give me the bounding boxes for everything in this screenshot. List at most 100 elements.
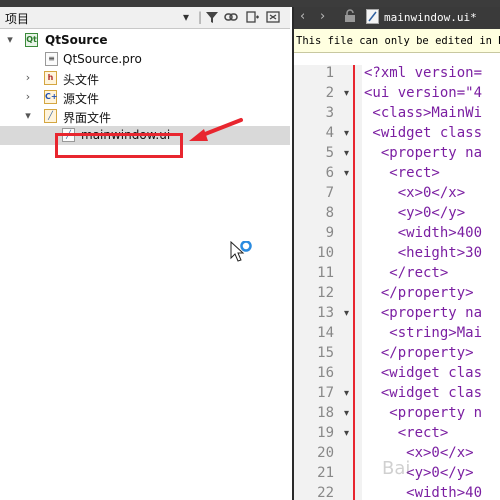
fold-icon[interactable]: ▾: [344, 388, 349, 399]
line-number: 18: [317, 405, 334, 421]
code-line[interactable]: 3 <class>MainWi: [294, 105, 500, 125]
line-number: 9: [325, 225, 334, 241]
code-text: <property na: [364, 305, 483, 321]
highlight-box: [55, 133, 183, 158]
line-number: 8: [325, 205, 334, 221]
code-line[interactable]: 10 <height>30: [294, 245, 500, 265]
code-text: <widget class: [364, 125, 483, 141]
tree-item-label: QtSource.pro: [63, 52, 142, 66]
code-line[interactable]: 14 <string>Mai: [294, 325, 500, 345]
code-text: <width>400: [364, 225, 483, 241]
code-line[interactable]: 8 <y>0</y>: [294, 205, 500, 225]
code-text: <height>30: [364, 245, 483, 261]
code-text: <width>40: [364, 485, 483, 500]
expand-arrow-icon[interactable]: ›: [22, 71, 34, 84]
fold-icon[interactable]: ▾: [344, 308, 349, 319]
code-line[interactable]: 2 ▾ <ui version="4: [294, 85, 500, 105]
lock-icon: [344, 9, 356, 27]
line-number: 22: [317, 485, 334, 500]
code-text: <y>0</y>: [364, 205, 466, 221]
expand-arrow-icon[interactable]: ›: [22, 90, 34, 103]
code-line[interactable]: 15 </property>: [294, 345, 500, 365]
code-line[interactable]: 7 <x>0</x>: [294, 185, 500, 205]
line-number: 7: [325, 185, 334, 201]
code-text: </property>: [364, 345, 474, 361]
tree-item-sources[interactable]: › C+ 源文件: [0, 88, 290, 107]
filter-icon[interactable]: [205, 10, 219, 28]
code-line[interactable]: 11 </rect>: [294, 265, 500, 285]
code-line[interactable]: 22 <width>40: [294, 485, 500, 500]
line-number: 4: [325, 125, 334, 141]
code-area[interactable]: 1 <?xml version= 2 ▾ <ui version="4 3 <class>…: [294, 65, 500, 500]
ui-file-icon: [366, 9, 379, 28]
fold-icon[interactable]: ▾: [344, 88, 349, 99]
fold-icon[interactable]: ▾: [344, 428, 349, 439]
code-line[interactable]: 13 ▾ <property na: [294, 305, 500, 325]
line-number: 14: [317, 325, 334, 341]
code-text: <rect>: [364, 425, 449, 441]
code-line[interactable]: 4 ▾ <widget class: [294, 125, 500, 145]
editor-tab-title[interactable]: mainwindow.ui*: [384, 11, 477, 24]
qt-project-icon: Qt: [25, 33, 38, 47]
code-line[interactable]: 9 <width>400: [294, 225, 500, 245]
fold-icon[interactable]: ▾: [344, 168, 349, 179]
line-number: 12: [317, 285, 334, 301]
tree-item-forms[interactable]: ▾ ╱ 界面文件: [0, 107, 290, 126]
info-bar-text: This file can only be edited in De: [296, 35, 500, 47]
tree-item-label: 头文件: [63, 73, 100, 87]
pro-file-icon: ≡: [45, 52, 58, 66]
code-text: <x>0</x>: [364, 445, 474, 461]
code-line[interactable]: 12 </property>: [294, 285, 500, 305]
code-line[interactable]: 16 <widget clas: [294, 365, 500, 385]
line-number: 13: [317, 305, 334, 321]
code-text: <string>Mai: [364, 325, 483, 341]
tree-item-project[interactable]: ▾ Qt QtSource: [0, 31, 290, 50]
tree-item-pro-file[interactable]: ≡ QtSource.pro: [0, 50, 290, 69]
fold-icon[interactable]: ▾: [344, 408, 349, 419]
tree-item-label: QtSource: [45, 33, 108, 47]
dropdown-icon[interactable]: ▾: [183, 10, 189, 25]
tree-item-label: 界面文件: [63, 111, 112, 125]
separator-icon: |: [198, 10, 203, 24]
code-text: <widget clas: [364, 385, 483, 401]
expand-arrow-icon[interactable]: ▾: [22, 109, 34, 122]
code-line[interactable]: 1 <?xml version=: [294, 65, 500, 85]
line-number: 16: [317, 365, 334, 381]
line-number: 10: [317, 245, 334, 261]
forms-folder-icon: ╱: [44, 109, 57, 123]
tree-item-label: 源文件: [63, 92, 100, 106]
panel-title: 项目: [5, 12, 30, 26]
code-text: <property na: [364, 145, 483, 161]
fold-icon[interactable]: ▾: [344, 128, 349, 139]
code-line[interactable]: 17 ▾ <widget clas: [294, 385, 500, 405]
code-line[interactable]: 6 ▾ <rect>: [294, 165, 500, 185]
code-line[interactable]: 19 ▾ <rect>: [294, 425, 500, 445]
source-folder-icon: C+: [44, 90, 58, 104]
link-icon[interactable]: [224, 10, 238, 28]
line-number: 19: [317, 425, 334, 441]
line-number: 3: [325, 105, 334, 121]
annotation-arrow-icon: [189, 118, 243, 141]
line-number: 17: [317, 385, 334, 401]
code-text: </rect>: [364, 265, 449, 281]
forward-icon[interactable]: ›: [320, 9, 325, 24]
header-folder-icon: h: [44, 71, 57, 85]
back-icon[interactable]: ‹: [300, 9, 305, 24]
watermark: Bai: [382, 458, 411, 479]
editor-tab-bar: ‹ › mainwindow.ui*: [294, 7, 500, 29]
code-text: <y>0</y>: [364, 465, 474, 481]
code-text: <ui version="4: [364, 85, 483, 101]
busy-cursor-icon: [230, 241, 252, 262]
line-number: 2: [325, 85, 334, 101]
fold-icon[interactable]: ▾: [344, 148, 349, 159]
split-icon[interactable]: [246, 10, 260, 28]
code-line[interactable]: 18 ▾ <property n: [294, 405, 500, 425]
code-line[interactable]: 5 ▾ <property na: [294, 145, 500, 165]
expand-arrow-icon[interactable]: ▾: [4, 33, 16, 46]
code-text: <x>0</x>: [364, 185, 466, 201]
tree-item-headers[interactable]: › h 头文件: [0, 69, 290, 88]
close-panel-icon[interactable]: [266, 10, 280, 28]
code-text: <widget clas: [364, 365, 483, 381]
project-panel-header: 项目 ▾ |: [0, 7, 290, 29]
code-text: <class>MainWi: [364, 105, 483, 121]
